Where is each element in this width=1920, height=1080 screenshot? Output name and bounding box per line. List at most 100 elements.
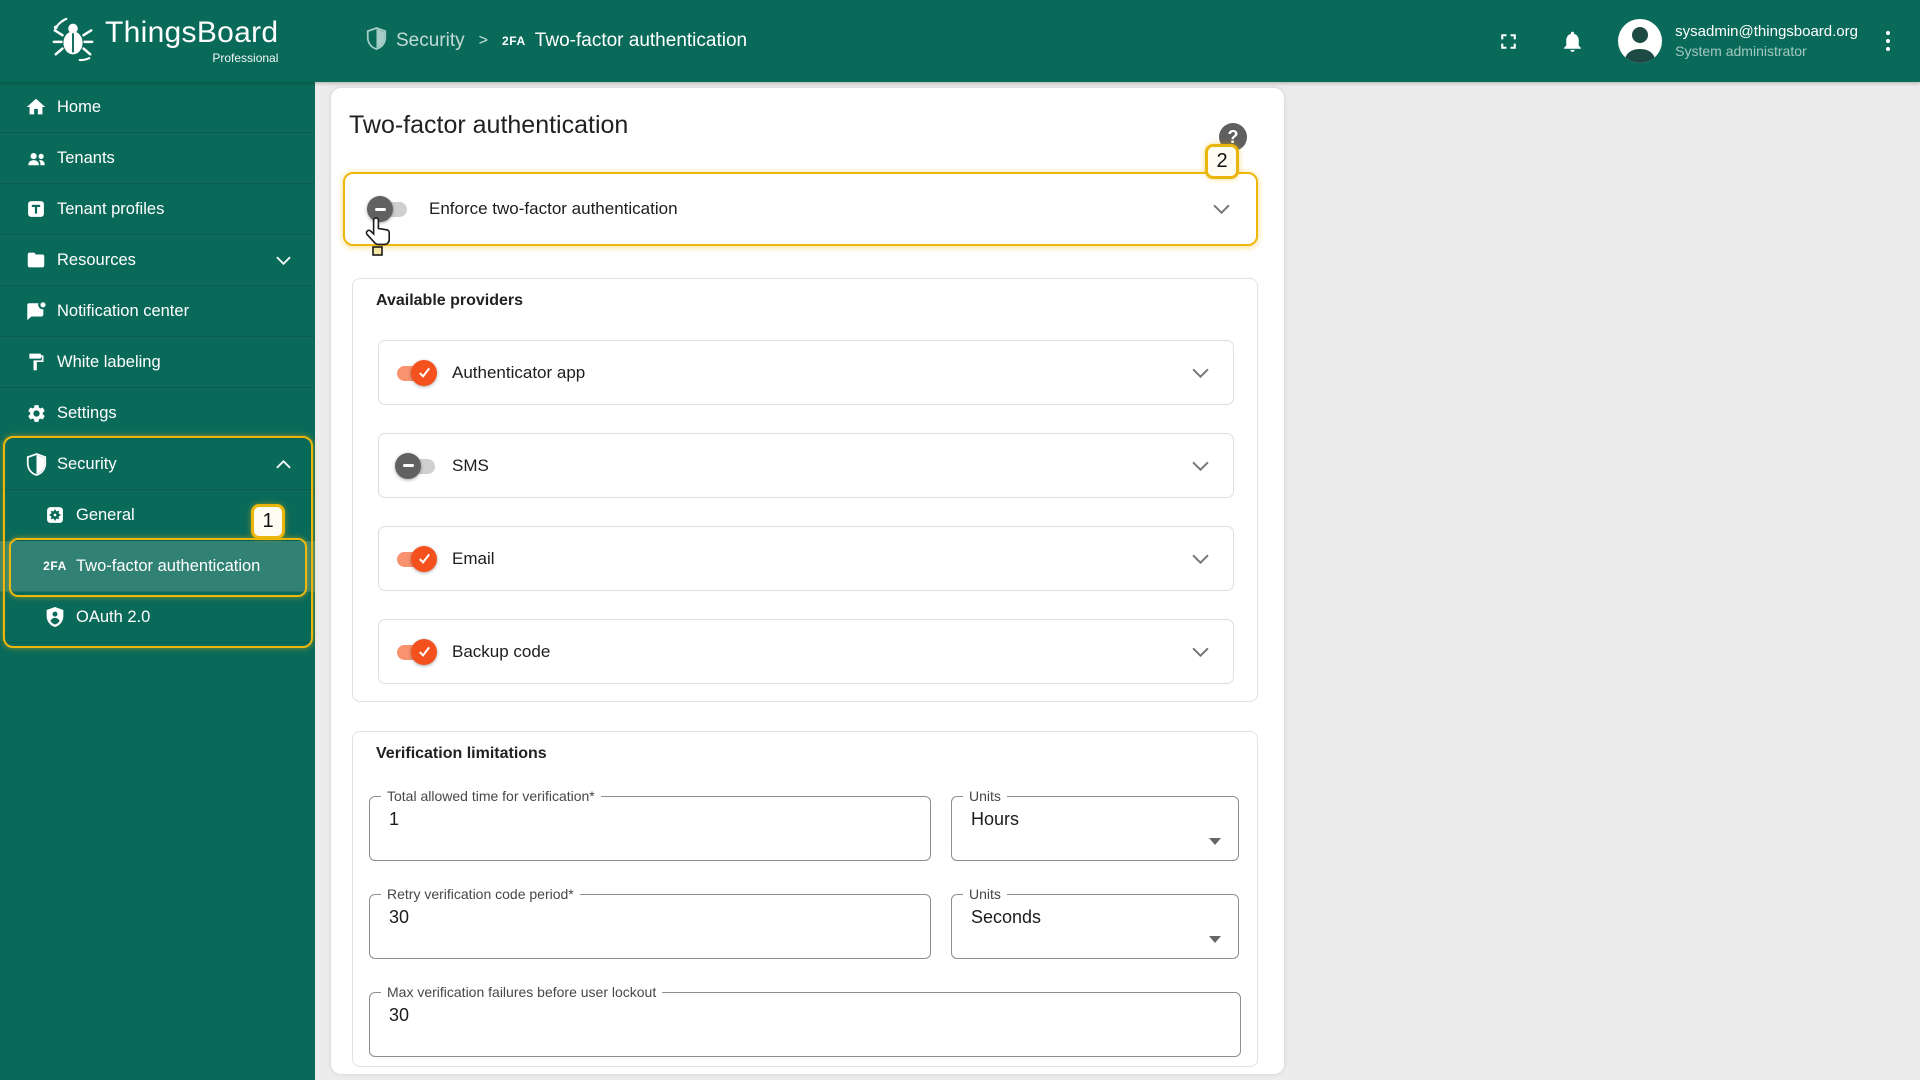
breadcrumb-separator: > [478, 32, 488, 49]
email-toggle[interactable] [395, 545, 437, 572]
select-value: Seconds [971, 907, 1042, 928]
provider-panel-authenticator-app[interactable]: Authenticator app [378, 340, 1234, 405]
provider-panel-email[interactable]: Email [378, 526, 1234, 591]
sidebar-item-oauth[interactable]: OAuth 2.0 [0, 592, 315, 643]
provider-panel-backup-code[interactable]: Backup code [378, 619, 1234, 684]
retry-period-field[interactable]: Retry verification code period* 30 [369, 886, 931, 959]
check-icon [411, 359, 437, 386]
provider-label: SMS [452, 455, 489, 475]
tenants-people-icon [24, 146, 48, 170]
sidebar-item-label: Tenant profiles [57, 199, 165, 218]
user-email: sysadmin@thingsboard.org [1675, 23, 1858, 41]
shield-icon [366, 26, 387, 56]
app-window: ThingsBoard Professional Security > 2FA … [0, 0, 1920, 1080]
user-info[interactable]: sysadmin@thingsboard.org System administ… [1675, 22, 1858, 60]
logo-title: ThingsBoard [105, 16, 279, 50]
field-label: Max verification failures before user lo… [387, 984, 657, 1000]
check-icon [411, 638, 437, 665]
sidebar-item-label: Two-factor authentication [76, 556, 261, 575]
field-value: 30 [389, 1005, 410, 1026]
chevron-down-icon [1192, 647, 1209, 657]
more-menu-button[interactable] [1882, 27, 1894, 55]
breadcrumb-section-label: Security [396, 30, 465, 51]
user-avatar[interactable] [1618, 19, 1663, 63]
two-factor-settings-card: Two-factor authentication ? 2 Enforce tw… [331, 88, 1284, 1074]
sidebar-item-resources[interactable]: Resources [0, 235, 315, 286]
breadcrumb: Security > 2FA Two-factor authentication [366, 0, 747, 82]
sidebar-item-label: Home [57, 97, 102, 116]
chevron-up-icon [276, 459, 291, 469]
sidebar-item-label: Notification center [57, 301, 190, 320]
chevron-down-icon [276, 256, 291, 265]
two-factor-icon: 2FA [501, 34, 526, 48]
breadcrumb-security-link[interactable]: Security [366, 26, 465, 56]
sidebar-nav: Home Tenants Tenant profiles Resources N… [0, 82, 315, 1080]
total-allowed-time-field[interactable]: Total allowed time for verification* 1 [369, 788, 931, 861]
total-units-select[interactable]: Units Hours [951, 788, 1239, 861]
chevron-down-icon [1192, 554, 1209, 564]
sidebar-item-label: OAuth 2.0 [76, 607, 151, 626]
header-actions: sysadmin@thingsboard.org System administ… [1494, 19, 1894, 63]
field-label: Total allowed time for verification* [387, 788, 595, 804]
available-providers-section: Available providers Authenticator app SM… [352, 278, 1258, 702]
mouse-cursor-pointer [365, 216, 395, 261]
sidebar-item-label: Tenants [57, 148, 115, 167]
chevron-down-icon [1192, 461, 1209, 471]
sidebar-item-settings[interactable]: Settings [0, 388, 315, 439]
logo-subtitle: Professional [212, 50, 279, 65]
sidebar-item-label: General [76, 505, 135, 524]
verification-limitations-section: Verification limitations Total allowed t… [352, 731, 1258, 1067]
notification-chat-icon [24, 299, 48, 323]
annotation-step-badge-1: 1 [251, 504, 285, 539]
enforce-2fa-panel[interactable]: Enforce two-factor authentication [343, 172, 1258, 246]
check-icon [411, 545, 437, 572]
breadcrumb-current-page: 2FA Two-factor authentication [502, 30, 747, 52]
minus-icon [374, 207, 386, 211]
notifications-bell-button[interactable] [1558, 27, 1586, 55]
shield-account-icon [43, 605, 67, 629]
paint-roller-icon [24, 350, 48, 374]
breadcrumb-page-label: Two-factor authentication [534, 30, 748, 51]
field-label: Units [969, 788, 1001, 804]
sidebar-item-white-labeling[interactable]: White labeling [0, 337, 315, 388]
thingsboard-logo[interactable]: ThingsBoard Professional [50, 16, 278, 67]
sidebar-item-security[interactable]: Security [0, 439, 315, 490]
bug-logo-icon [50, 16, 96, 67]
fullscreen-button[interactable] [1494, 27, 1522, 55]
sidebar-item-label: White labeling [57, 352, 161, 371]
provider-label: Authenticator app [452, 362, 586, 382]
backup-code-toggle[interactable] [395, 638, 437, 665]
sidebar-item-label: Security [57, 454, 117, 473]
provider-label: Backup code [452, 641, 551, 661]
sidebar-item-two-factor-authentication[interactable]: 2FA Two-factor authentication [0, 541, 315, 592]
sidebar-item-label: Resources [57, 250, 136, 269]
retry-units-select[interactable]: Units Seconds [951, 886, 1239, 959]
page-title: Two-factor authentication [349, 111, 629, 139]
main-content: Two-factor authentication ? 2 Enforce tw… [315, 82, 1920, 1080]
provider-label: Email [452, 548, 495, 568]
provider-panel-sms[interactable]: SMS [378, 433, 1234, 498]
field-value: 1 [389, 809, 400, 830]
authenticator-app-toggle[interactable] [395, 359, 437, 386]
annotation-step-badge-2: 2 [1205, 144, 1239, 179]
sidebar-item-home[interactable]: Home [0, 82, 315, 133]
enforce-2fa-label: Enforce two-factor authentication [429, 199, 678, 218]
dropdown-arrow-icon [1209, 936, 1221, 944]
max-failures-field[interactable]: Max verification failures before user lo… [369, 984, 1241, 1057]
sidebar-item-tenant-profiles[interactable]: Tenant profiles [0, 184, 315, 235]
field-label: Retry verification code period* [387, 886, 574, 902]
tenant-profiles-icon [24, 197, 48, 221]
two-factor-icon: 2FA [43, 559, 67, 573]
top-header: ThingsBoard Professional Security > 2FA … [0, 0, 1920, 82]
sidebar-item-notification-center[interactable]: Notification center [0, 286, 315, 337]
folder-icon [24, 248, 48, 272]
sms-toggle[interactable] [395, 452, 437, 479]
sidebar-item-tenants[interactable]: Tenants [0, 133, 315, 184]
general-settings-icon [43, 503, 67, 527]
gear-icon [24, 401, 48, 425]
user-role: System administrator [1675, 42, 1807, 59]
field-label: Units [969, 886, 1001, 902]
chevron-down-icon [1192, 368, 1209, 378]
dropdown-arrow-icon [1209, 838, 1221, 846]
chevron-down-icon [1213, 204, 1230, 214]
